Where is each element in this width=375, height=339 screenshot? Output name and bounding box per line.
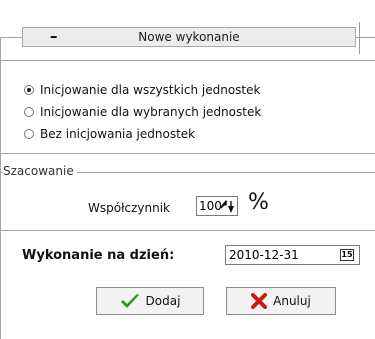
panel-title: Nowe wykonanie [138,30,240,44]
divider [0,153,375,154]
divider [0,230,375,231]
percent-unit: % [248,190,269,215]
date-value: 2010-12-31 [229,248,299,262]
cancel-button[interactable]: Anuluj [226,287,336,315]
add-button[interactable]: Dodaj [96,287,204,315]
coefficient-label: Współczynnik [88,201,170,215]
radio-button[interactable] [24,85,34,95]
calendar-icon[interactable]: 15 [340,249,354,261]
frame-left [0,37,1,339]
radio-init-selected[interactable]: Inicjowanie dla wybranych jednostek [24,103,261,121]
checkmark-icon [120,294,139,308]
radio-button[interactable] [24,107,34,117]
panel-title-bar[interactable]: – Nowe wykonanie [22,27,356,47]
radio-label: Bez inicjowania jednostek [40,127,196,141]
radio-no-init[interactable]: Bez inicjowania jednostek [24,125,195,143]
add-button-label: Dodaj [145,294,181,308]
cancel-button-label: Anuluj [273,294,311,308]
spin-arrows-icon[interactable] [218,198,236,215]
radio-init-all[interactable]: Inicjowanie dla wszystkich jednostek [24,81,260,99]
date-input[interactable]: 2010-12-31 15 [225,245,360,265]
section-label-estimation: Szacowanie [3,164,77,178]
radio-label: Inicjowanie dla wybranych jednostek [40,105,262,119]
divider [0,60,375,61]
title-bar-separator [359,22,360,54]
x-icon [251,293,268,309]
radio-label: Inicjowanie dla wszystkich jednostek [40,83,261,97]
date-label: Wykonanie na dzień: [22,248,175,263]
frame-top-left [0,37,22,38]
radio-button[interactable] [24,129,34,139]
